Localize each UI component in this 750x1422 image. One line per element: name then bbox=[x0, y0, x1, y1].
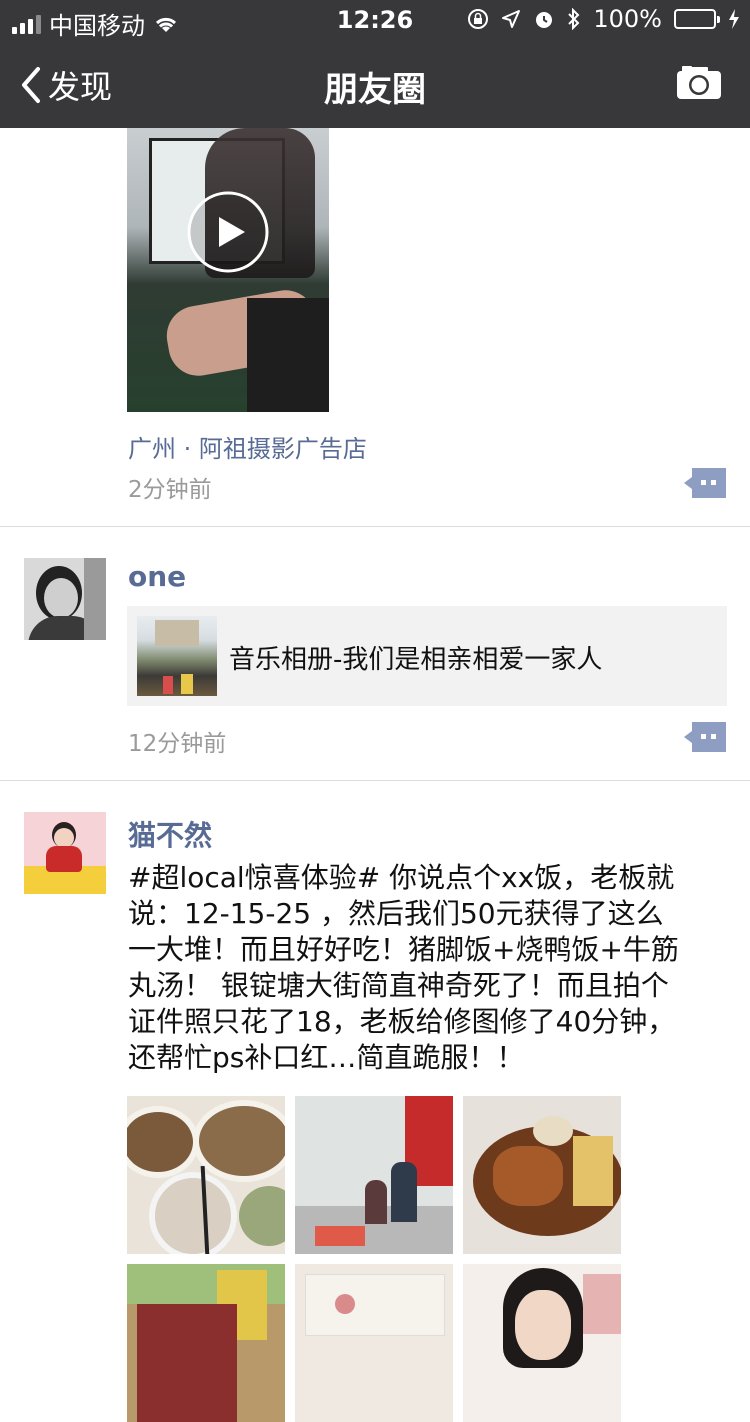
play-icon bbox=[187, 191, 269, 273]
comment-action-icon[interactable] bbox=[684, 722, 726, 752]
post-divider bbox=[0, 780, 750, 781]
status-bar: 中国移动 12:26 100% bbox=[0, 0, 750, 40]
top-bar: 中国移动 12:26 100% 发现 朋友圈 bbox=[0, 0, 750, 128]
battery-icon bbox=[674, 9, 720, 29]
photo-thumbnail[interactable] bbox=[127, 1264, 285, 1422]
comment-action-icon[interactable] bbox=[684, 468, 726, 498]
charging-icon bbox=[729, 9, 739, 29]
camera-button[interactable] bbox=[676, 64, 722, 104]
navigation-bar: 发现 朋友圈 bbox=[0, 40, 750, 128]
post-time: 12分钟前 bbox=[128, 731, 227, 757]
shared-link-card[interactable]: 音乐相册-我们是相亲相爱一家人 bbox=[127, 606, 727, 706]
post-location[interactable]: 广州 · 阿祖摄影广告店 bbox=[128, 429, 367, 464]
post-text: #超local惊喜体验# 你说点个xx饭，老板就 说：12-15-25 ，然后我… bbox=[128, 860, 728, 1076]
rotation-lock-icon bbox=[468, 9, 489, 29]
share-title: 音乐相册-我们是相亲相爱一家人 bbox=[229, 645, 603, 675]
photo-thumbnail[interactable] bbox=[295, 1264, 453, 1422]
alarm-icon bbox=[536, 12, 553, 28]
photo-thumbnail[interactable] bbox=[127, 1096, 285, 1254]
share-thumbnail bbox=[137, 616, 217, 696]
battery-percent: 100% bbox=[593, 5, 662, 33]
page-title: 朋友圈 bbox=[324, 70, 426, 110]
location-icon bbox=[502, 10, 521, 28]
user-name[interactable]: 猫不然 bbox=[128, 814, 212, 854]
camera-icon bbox=[677, 66, 721, 99]
avatar[interactable] bbox=[24, 812, 106, 894]
photo-thumbnail[interactable] bbox=[295, 1096, 453, 1254]
photo-thumbnail[interactable] bbox=[463, 1096, 621, 1254]
avatar[interactable] bbox=[24, 558, 106, 640]
post-text-line: 证件照只花了18，老板给修图修了40分钟， bbox=[128, 1005, 676, 1038]
post-text-line: 说：12-15-25 ，然后我们50元获得了这么 bbox=[128, 897, 664, 930]
post-text-line: 还帮忙ps补口红…简直跪服！！ bbox=[128, 1041, 525, 1074]
post-divider bbox=[0, 526, 750, 527]
post-text-line: 一大堆！而且好好吃！猪脚饭+烧鸭饭+牛筋 bbox=[128, 933, 679, 966]
video-thumbnail[interactable] bbox=[127, 128, 329, 412]
post-text-line: #超local惊喜体验# 你说点个xx饭，老板就 bbox=[128, 861, 675, 894]
post-text-line: 丸汤！ 银锭塘大街简直神奇死了！而且拍个 bbox=[128, 969, 669, 1002]
bluetooth-icon bbox=[568, 8, 580, 30]
post-time: 2分钟前 bbox=[128, 477, 212, 503]
user-name[interactable]: one bbox=[128, 560, 186, 593]
photo-thumbnail[interactable] bbox=[463, 1264, 621, 1422]
